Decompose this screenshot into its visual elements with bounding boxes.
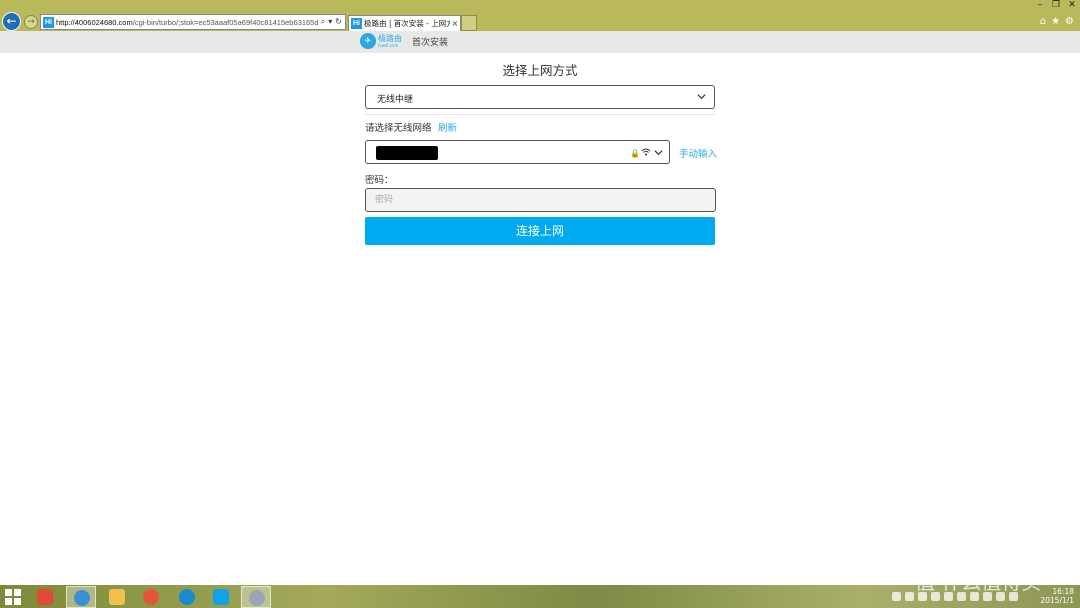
clock-time: 16:18	[1052, 587, 1074, 596]
connection-mode-select[interactable]: 无线中继	[365, 85, 715, 109]
system-clock[interactable]: 16:18 2015/1/1	[1040, 587, 1074, 605]
chevron-down-icon	[654, 150, 663, 156]
windows-start-icon[interactable]	[5, 589, 21, 605]
chevron-down-icon	[697, 94, 706, 100]
dropdown-arrow-icon[interactable]: ▾	[328, 17, 332, 27]
hiwifi-logo[interactable]: ✈ 极路由 hiwifi.com	[360, 32, 402, 52]
refresh-link[interactable]: 刷新	[438, 120, 457, 134]
page-header: ✈ 极路由 hiwifi.com 首次安装	[0, 31, 1080, 53]
ie-icon	[74, 590, 90, 606]
page-title: 选择上网方式	[502, 63, 578, 78]
url-path: /cgi-bin/turbo/;stok=ec53aaaf05a69f40c81…	[132, 17, 318, 27]
wifi-network-label: 请选择无线网络	[365, 123, 432, 134]
taskbar-app-ie[interactable]	[66, 586, 96, 608]
clock-date: 2015/1/1	[1040, 596, 1074, 605]
refresh-page-icon[interactable]: ↻	[335, 17, 342, 27]
connect-button[interactable]: 连接上网	[365, 217, 715, 245]
close-window-icon[interactable]: ✕	[1064, 0, 1080, 12]
address-bar[interactable]: Hi http://4006024680.com/cgi-bin/turbo/;…	[40, 14, 346, 30]
connection-mode-value: 无线中继	[377, 95, 414, 105]
browser-chrome: – ❐ ✕ ← → Hi http://4006024680.com/cgi-b…	[0, 0, 1080, 31]
taskbar-app-ie2[interactable]	[172, 586, 202, 608]
taskbar-app-360[interactable]	[30, 586, 60, 608]
minimize-icon[interactable]: –	[1032, 0, 1048, 12]
tab-favicon-icon: Hi	[351, 18, 362, 29]
back-arrow-icon[interactable]: ←	[2, 12, 21, 31]
tab-title: 极路由 | 首次安装 - 上网方...	[364, 19, 450, 28]
window-controls: – ❐ ✕	[1032, 0, 1080, 12]
favorites-star-icon[interactable]: ★	[1051, 16, 1060, 27]
manual-input-link[interactable]: 手动输入	[679, 146, 717, 160]
url-host: http://4006024680.com	[56, 17, 133, 27]
search-icon[interactable]: ⌕	[321, 17, 325, 27]
new-tab-button[interactable]	[461, 15, 477, 31]
lock-icon: 🔒	[630, 149, 640, 158]
watermark: 值 什么值得买	[915, 570, 1042, 594]
password-field[interactable]	[365, 188, 716, 212]
browser-tools: ⌂ ★ ⚙	[1040, 16, 1074, 27]
tray-icon[interactable]	[892, 592, 901, 601]
taskbar-app-browser[interactable]	[241, 586, 271, 608]
divider	[365, 114, 715, 115]
forward-arrow-icon[interactable]: →	[24, 15, 38, 29]
wifi-network-select[interactable]: 🔒	[365, 140, 670, 164]
address-url[interactable]: http://4006024680.com/cgi-bin/turbo/;sto…	[56, 18, 318, 27]
site-favicon-icon: Hi	[43, 16, 54, 28]
wifi-signal-icon	[641, 148, 651, 156]
taskbar-app-media[interactable]	[136, 586, 166, 608]
breadcrumb: 首次安装	[412, 38, 449, 48]
browser-tab[interactable]: Hi 极路由 | 首次安装 - 上网方... ×	[348, 15, 461, 31]
globe-icon	[179, 589, 195, 605]
skype-icon	[213, 589, 229, 605]
password-label: 密码：	[365, 175, 394, 186]
taskbar-app-explorer[interactable]	[102, 586, 132, 608]
app-360-icon	[37, 589, 53, 605]
folder-icon	[109, 589, 125, 605]
logo-mark-icon: ✈	[360, 33, 376, 49]
browser-icon	[249, 590, 265, 606]
tray-icon[interactable]	[905, 592, 914, 601]
logo-subtext: hiwifi.com	[378, 43, 399, 48]
redacted-ssid	[376, 146, 438, 160]
tab-close-icon[interactable]: ×	[450, 19, 460, 28]
settings-gear-icon[interactable]: ⚙	[1065, 16, 1074, 27]
taskbar-app-skype[interactable]	[206, 586, 236, 608]
restore-icon[interactable]: ❐	[1048, 0, 1064, 12]
media-player-icon	[143, 589, 159, 605]
home-icon[interactable]: ⌂	[1040, 16, 1046, 27]
